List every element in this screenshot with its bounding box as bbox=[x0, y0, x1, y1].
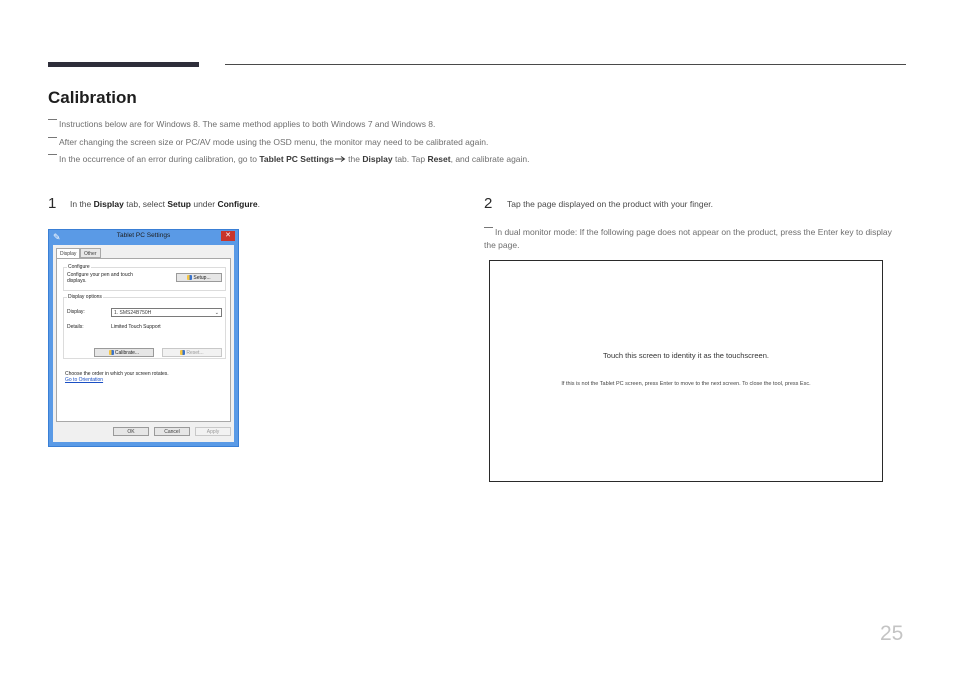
text-run: under bbox=[190, 199, 218, 209]
details-label: Details: bbox=[67, 324, 84, 330]
shield-icon bbox=[108, 350, 114, 355]
header-rule-thin bbox=[225, 64, 906, 65]
apply-button[interactable]: Apply bbox=[195, 427, 231, 436]
text-run: Instructions below are for Windows 8. Th… bbox=[59, 119, 436, 129]
shield-icon bbox=[187, 275, 193, 280]
touch-main-text: Touch this screen to identity it as the … bbox=[603, 351, 769, 360]
display-tab-panel: Configure Configure your pen and touch d… bbox=[56, 258, 231, 422]
tablet-pc-settings-dialog: ✎ Tablet PC Settings ✕ Display Other Con… bbox=[48, 229, 239, 447]
text-run: After changing the screen size or PC/AV … bbox=[59, 137, 489, 147]
text-run: tab. Tap bbox=[392, 154, 428, 164]
display-options-group: Display options Display: 1. SMS24B750H ⌄ … bbox=[63, 294, 226, 359]
calibrate-button[interactable]: Calibrate... bbox=[94, 348, 154, 357]
note-dash bbox=[48, 137, 57, 138]
note-recalibrate: After changing the screen size or PC/AV … bbox=[48, 137, 488, 147]
page-title: Calibration bbox=[48, 88, 137, 107]
emphasis-text: Tablet PC Settings bbox=[259, 154, 334, 164]
emphasis-text: Setup bbox=[167, 199, 191, 209]
touch-sub-text: If this is not the Tablet PC screen, pre… bbox=[561, 381, 811, 387]
ok-button[interactable]: OK bbox=[113, 427, 149, 436]
emphasis-text: Display bbox=[93, 199, 124, 209]
text-run: , and calibrate again. bbox=[450, 154, 530, 164]
cancel-button[interactable]: Cancel bbox=[154, 427, 190, 436]
step1-text: In the Display tab, select Setup under C… bbox=[70, 199, 260, 209]
configure-group: Configure Configure your pen and touch d… bbox=[63, 264, 226, 291]
text-run: . bbox=[257, 199, 260, 209]
shield-icon bbox=[180, 350, 186, 355]
display-options-label: Display options bbox=[67, 294, 103, 300]
chevron-down-icon: ⌄ bbox=[214, 310, 219, 316]
reset-button[interactable]: Reset... bbox=[162, 348, 222, 357]
note-dash bbox=[484, 227, 493, 228]
dialog-title: Tablet PC Settings bbox=[116, 232, 171, 239]
configure-group-label: Configure bbox=[67, 264, 91, 270]
text-run: In the bbox=[70, 199, 94, 209]
dual-monitor-note: In dual monitor mode: If the following p… bbox=[484, 226, 894, 252]
arrow-right-icon bbox=[334, 156, 346, 162]
configure-text-2: displays. bbox=[67, 278, 87, 284]
emphasis-text: Configure bbox=[217, 199, 258, 209]
text-run: the bbox=[345, 154, 363, 164]
details-value: Limited Touch Support bbox=[111, 324, 161, 330]
note-dash bbox=[48, 119, 57, 120]
calibrate-button-label: Calibrate... bbox=[114, 350, 140, 356]
step1-number: 1 bbox=[48, 195, 57, 212]
note-error: In the occurrence of an error during cal… bbox=[48, 154, 530, 164]
orientation-link[interactable]: Go to Orientation bbox=[65, 377, 103, 383]
emphasis-text: Display bbox=[362, 154, 393, 164]
display-label: Display: bbox=[67, 309, 85, 315]
tab-other[interactable]: Other bbox=[80, 248, 101, 258]
note-windows-version: Instructions below are for Windows 8. Th… bbox=[48, 119, 435, 129]
reset-button-label: Reset... bbox=[186, 350, 204, 356]
dialog-body: Display Other Configure Configure your p… bbox=[53, 245, 234, 442]
note-dash bbox=[48, 154, 57, 155]
touchscreen-identify-page[interactable]: Touch this screen to identity it as the … bbox=[489, 260, 883, 482]
text-run: In the occurrence of an error during cal… bbox=[59, 154, 260, 164]
page-number: 25 bbox=[880, 622, 904, 645]
setup-button[interactable]: Setup... bbox=[176, 273, 222, 282]
emphasis-text: Reset bbox=[427, 154, 451, 164]
step2-text: Tap the page displayed on the product wi… bbox=[507, 199, 714, 209]
dual-monitor-note-text: In dual monitor mode: If the following p… bbox=[484, 227, 892, 250]
step2-number: 2 bbox=[484, 195, 493, 212]
display-select-value: 1. SMS24B750H bbox=[114, 310, 152, 316]
setup-button-label: Setup... bbox=[193, 275, 211, 281]
dialog-titlebar: ✎ Tablet PC Settings ✕ bbox=[49, 230, 238, 244]
close-icon[interactable]: ✕ bbox=[221, 231, 235, 241]
text-run: tab, select bbox=[123, 199, 168, 209]
display-select[interactable]: 1. SMS24B750H ⌄ bbox=[111, 308, 222, 317]
header-rule-thick bbox=[48, 62, 199, 67]
